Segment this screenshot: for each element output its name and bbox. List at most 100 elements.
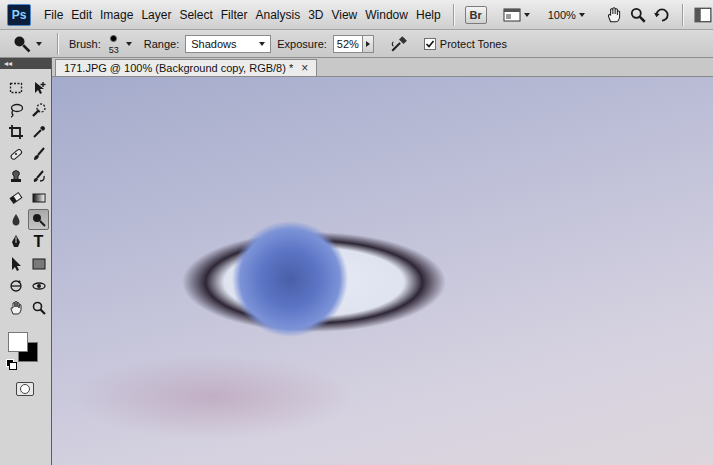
separator xyxy=(57,33,58,55)
screen-mode-button[interactable] xyxy=(503,6,530,24)
menu-item[interactable]: Image xyxy=(99,6,134,24)
healing-icon xyxy=(8,146,24,162)
lasso-icon xyxy=(8,102,24,118)
tool-button[interactable] xyxy=(28,187,49,208)
history-icon xyxy=(31,168,47,184)
exposure-label: Exposure: xyxy=(277,38,327,50)
tool-button[interactable] xyxy=(5,187,26,208)
tool-grid: T xyxy=(0,69,51,324)
tool-button[interactable] xyxy=(5,99,26,120)
tool-button[interactable] xyxy=(28,121,49,142)
dropdown-arrow-icon xyxy=(259,42,265,46)
tool-button[interactable] xyxy=(5,209,26,230)
menu-item[interactable]: File xyxy=(43,6,64,24)
pen-icon xyxy=(8,234,24,250)
dropdown-arrow-icon xyxy=(579,13,585,17)
workspace: ◂◂ T 171.JPG @ 100% (Background copy, RGB/… xyxy=(0,58,713,465)
brush-picker[interactable]: 53 xyxy=(107,33,132,55)
menu-item[interactable]: Filter xyxy=(220,6,249,24)
color-swatches xyxy=(6,330,46,370)
separator xyxy=(453,4,454,26)
brush-icon xyxy=(31,146,47,162)
tool-preset-picker[interactable] xyxy=(12,34,42,54)
screen-mode-icon xyxy=(503,6,521,24)
separator xyxy=(682,4,683,26)
bridge-button[interactable]: Br xyxy=(465,6,487,24)
orbit-3d-icon xyxy=(31,278,47,294)
brush-label: Brush: xyxy=(69,38,101,50)
tool-button[interactable] xyxy=(28,297,49,318)
protect-tones-checkbox[interactable]: Protect Tones xyxy=(424,38,507,50)
close-tab-button[interactable]: × xyxy=(301,62,308,74)
menu-item[interactable]: Analysis xyxy=(254,6,301,24)
range-select[interactable]: Shadows xyxy=(185,35,271,53)
photoshop-window: Ps File Edit Image Layer Select Filter Analysis… xyxy=(0,0,713,465)
panel-collapse-button[interactable]: ◂◂ xyxy=(0,58,51,69)
airbrush-icon[interactable] xyxy=(390,35,408,53)
tool-button[interactable] xyxy=(5,165,26,186)
tool-button[interactable] xyxy=(28,77,49,98)
crop-icon xyxy=(8,124,24,140)
options-bar: Brush: 53 Range: Shadows Exposure: 52% Protect… xyxy=(0,30,713,58)
checkbox[interactable] xyxy=(424,38,436,50)
tool-button[interactable] xyxy=(28,209,49,230)
shape-icon xyxy=(31,256,47,272)
tool-button[interactable] xyxy=(28,253,49,274)
photo-canvas[interactable] xyxy=(52,77,713,465)
menu-item[interactable]: Help xyxy=(415,6,442,24)
quick-selection-icon xyxy=(31,102,47,118)
tool-button[interactable] xyxy=(28,165,49,186)
zoom-icon xyxy=(31,300,47,316)
zoom-icon[interactable] xyxy=(629,6,647,24)
dodge-icon xyxy=(12,34,32,54)
tool-button[interactable] xyxy=(28,275,49,296)
app-logo: Ps xyxy=(7,4,31,26)
rotate-3d-icon xyxy=(8,278,24,294)
menu-item[interactable]: Window xyxy=(364,6,409,24)
menu-item[interactable]: Select xyxy=(178,6,213,24)
tool-button[interactable] xyxy=(28,99,49,120)
dodge-icon xyxy=(31,212,47,228)
eyedropper-icon xyxy=(31,124,47,140)
blur-icon xyxy=(8,212,24,228)
document-tab[interactable]: 171.JPG @ 100% (Background copy, RGB/8) … xyxy=(55,59,317,76)
rotate-view-icon[interactable] xyxy=(653,6,671,24)
workspace-icon[interactable] xyxy=(694,6,712,24)
document-tab-bar: 171.JPG @ 100% (Background copy, RGB/8) … xyxy=(52,58,713,77)
tool-button[interactable] xyxy=(5,143,26,164)
dropdown-arrow-icon xyxy=(126,42,132,46)
tools-panel: ◂◂ T xyxy=(0,58,52,465)
tool-button[interactable] xyxy=(5,253,26,274)
default-colors-icon[interactable] xyxy=(6,359,16,369)
marquee-icon xyxy=(8,80,24,96)
tool-button[interactable] xyxy=(5,231,26,252)
tool-button[interactable] xyxy=(5,77,26,98)
exposure-slider-button[interactable] xyxy=(363,35,374,53)
hand-icon[interactable] xyxy=(605,6,623,24)
tool-button[interactable] xyxy=(28,143,49,164)
quick-mask-button[interactable] xyxy=(16,382,34,396)
tool-button[interactable] xyxy=(5,297,26,318)
move-icon xyxy=(31,80,47,96)
clone-icon xyxy=(8,168,24,184)
brush-preview: 53 xyxy=(107,33,121,55)
dropdown-arrow-icon xyxy=(524,13,530,17)
menu-item[interactable]: 3D xyxy=(307,6,324,24)
menu-bar: Ps File Edit Image Layer Select Filter Analysis… xyxy=(0,0,713,30)
menu-item[interactable]: Edit xyxy=(70,6,93,24)
menu-item[interactable]: Layer xyxy=(140,6,172,24)
tool-button[interactable]: T xyxy=(28,231,49,252)
gradient-icon xyxy=(31,190,47,206)
range-label: Range: xyxy=(144,38,179,50)
exposure-field[interactable]: 52% xyxy=(333,35,363,53)
zoom-level-dropdown[interactable]: 100% xyxy=(548,9,585,21)
checkmark-icon xyxy=(425,39,435,49)
foreground-color-swatch[interactable] xyxy=(8,332,28,352)
eraser-icon xyxy=(8,190,24,206)
menu-item[interactable]: View xyxy=(330,6,358,24)
brush-tip-icon xyxy=(107,33,121,45)
tool-button[interactable] xyxy=(5,275,26,296)
tool-button[interactable] xyxy=(5,121,26,142)
dropdown-arrow-icon xyxy=(36,42,42,46)
brush-size: 53 xyxy=(109,45,119,55)
